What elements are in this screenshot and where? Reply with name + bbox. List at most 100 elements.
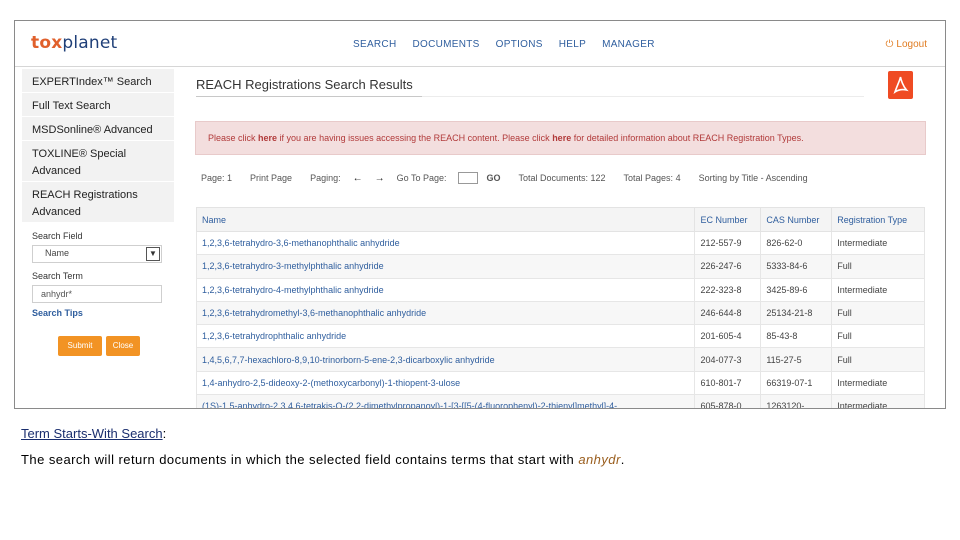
- cell-type: Full: [831, 324, 925, 349]
- search-field-select[interactable]: Name ▼: [32, 245, 162, 263]
- caption-title-text: Term Starts-With Search: [21, 426, 163, 441]
- paging-bar: Page: 1 Print Page Paging: ← → Go To Pag…: [201, 172, 808, 184]
- notice-link-here-1[interactable]: here: [258, 133, 277, 143]
- table-row: 1,2,3,6-tetrahydromethyl-3,6-methanophth…: [195, 300, 925, 326]
- cell-cas: 85-43-8: [760, 324, 833, 349]
- cell-cas: 25134-21-8: [760, 300, 833, 326]
- cell-type: Full: [831, 254, 925, 279]
- logo-part-tox: tox: [31, 33, 63, 53]
- table-row: 1,2,3,6-tetrahydro-4-methylphthalic anhy…: [195, 277, 925, 302]
- notice-link-here-2[interactable]: here: [552, 133, 571, 143]
- notice-text-1: Please click: [208, 133, 259, 143]
- top-bar: toxplanet SEARCH DOCUMENTS OPTIONS HELP …: [15, 21, 945, 67]
- cell-type: Intermediate: [831, 394, 925, 408]
- current-page: Page: 1: [201, 173, 233, 183]
- power-icon: ⏻: [885, 39, 894, 50]
- notice-banner: Please click here if you are having issu…: [195, 121, 926, 155]
- nav-documents[interactable]: DOCUMENTS: [412, 39, 479, 50]
- cell-cas: 826-62-0: [760, 230, 833, 256]
- cell-type: Intermediate: [831, 230, 925, 256]
- table-row: 1,2,3,6-tetrahydro-3-methylphthalic anhy…: [195, 254, 925, 279]
- results-table: Name EC Number CAS Number Registration T…: [195, 207, 925, 408]
- title-underline: [196, 96, 422, 97]
- form-buttons: Submit Close: [58, 336, 174, 356]
- column-header-name[interactable]: Name: [195, 207, 696, 232]
- cell-ec: 212-557-9: [694, 230, 762, 256]
- total-documents: Total Documents: 122: [518, 173, 606, 183]
- cell-cas: 1263120-: [760, 394, 833, 408]
- cell-name[interactable]: 1,4-anhydro-2,5-dideoxy-2-(methoxycarbon…: [195, 370, 696, 396]
- table-row: 1,2,3,6-tetrahydrophthalic anhydride 201…: [195, 324, 925, 349]
- sidebar-item-full-text[interactable]: Full Text Search: [22, 93, 174, 117]
- column-header-ec[interactable]: EC Number: [694, 207, 762, 232]
- cell-ec: 226-247-6: [694, 254, 762, 279]
- cell-cas: 3425-89-6: [760, 277, 833, 302]
- nav-options[interactable]: OPTIONS: [496, 39, 543, 50]
- table-header-row: Name EC Number CAS Number Registration T…: [195, 207, 925, 232]
- table-row: 1,4,5,6,7,7-hexachloro-8,9,10-trinorborn…: [195, 347, 925, 372]
- search-tips-link[interactable]: Search Tips: [32, 308, 174, 318]
- sidebar: EXPERTIndex™ Search Full Text Search MSD…: [22, 69, 174, 408]
- title-divider: [422, 96, 864, 97]
- sidebar-item-expertindex[interactable]: EXPERTIndex™ Search: [22, 69, 174, 93]
- pdf-icon[interactable]: [888, 71, 913, 99]
- cell-ec: 201-605-4: [694, 324, 762, 349]
- cell-cas: 66319-07-1: [760, 370, 833, 396]
- paging-label: Paging:: [310, 173, 341, 183]
- cell-name[interactable]: 1,2,3,6-tetrahydro-4-methylphthalic anhy…: [195, 277, 696, 302]
- search-term-input[interactable]: anhydr*: [32, 285, 162, 303]
- cell-name[interactable]: 1,2,3,6-tetrahydrophthalic anhydride: [195, 324, 696, 349]
- cell-ec: 222-323-8: [694, 277, 762, 302]
- nav-manager[interactable]: MANAGER: [602, 39, 655, 50]
- submit-button[interactable]: Submit: [58, 336, 102, 356]
- caption-title-colon: :: [162, 426, 167, 441]
- caption-title: Term Starts-With Search:: [21, 426, 166, 441]
- cell-name[interactable]: 1,4,5,6,7,7-hexachloro-8,9,10-trinorborn…: [195, 347, 696, 372]
- notice-text-2: if you are having issues accessing the R…: [277, 133, 553, 143]
- cell-ec: 605-878-0: [694, 394, 762, 408]
- goto-page-input[interactable]: [458, 172, 479, 184]
- column-header-cas[interactable]: CAS Number: [760, 207, 833, 232]
- nav-search[interactable]: SEARCH: [353, 39, 396, 50]
- cell-ec: 246-644-8: [694, 300, 762, 326]
- cell-cas: 5333-84-6: [760, 254, 833, 279]
- logo-part-planet: planet: [62, 33, 118, 53]
- cell-type: Full: [831, 300, 925, 326]
- top-nav: SEARCH DOCUMENTS OPTIONS HELP MANAGER: [353, 39, 671, 50]
- logout-link[interactable]: ⏻ Logout: [885, 39, 927, 50]
- table-row: 1,2,3,6-tetrahydro-3,6-methanophthalic a…: [195, 230, 925, 256]
- nav-help[interactable]: HELP: [559, 39, 586, 50]
- cell-name[interactable]: 1,2,3,6-tetrahydro-3-methylphthalic anhy…: [195, 254, 696, 279]
- sorting-link[interactable]: Sorting by Title - Ascending: [699, 173, 808, 183]
- arrow-left-icon[interactable]: ←: [353, 173, 363, 184]
- cell-type: Full: [831, 347, 925, 372]
- cell-type: Intermediate: [831, 370, 925, 396]
- logout-label: Logout: [896, 39, 927, 50]
- sidebar-item-toxline[interactable]: TOXLINE® Special Advanced: [22, 141, 174, 182]
- sidebar-item-msdsonline[interactable]: MSDSonline® Advanced: [22, 117, 174, 141]
- page-title: REACH Registrations Search Results: [196, 77, 413, 92]
- toxplanet-logo[interactable]: toxplanet: [31, 33, 117, 53]
- cell-name[interactable]: (1S)-1,5-anhydro-2,3,4,6-tetrakis-O-(2,2…: [195, 394, 696, 408]
- cell-name[interactable]: 1,2,3,6-tetrahydromethyl-3,6-methanophth…: [195, 300, 696, 326]
- chevron-down-icon[interactable]: ▼: [146, 247, 160, 261]
- screenshot-frame: toxplanet SEARCH DOCUMENTS OPTIONS HELP …: [14, 20, 946, 409]
- caption-period: .: [620, 452, 625, 467]
- cell-ec: 610-801-7: [694, 370, 762, 396]
- go-button[interactable]: GO: [486, 173, 500, 183]
- table-row: 1,4-anhydro-2,5-dideoxy-2-(methoxycarbon…: [195, 370, 925, 396]
- search-field-label: Search Field: [32, 231, 83, 241]
- print-page-link[interactable]: Print Page: [250, 173, 292, 183]
- cell-name[interactable]: 1,2,3,6-tetrahydro-3,6-methanophthalic a…: [195, 230, 696, 256]
- cell-cas: 115-27-5: [760, 347, 833, 372]
- search-field-value: Name: [45, 248, 70, 258]
- close-button[interactable]: Close: [106, 336, 140, 356]
- caption-body-text: The search will return documents in whic…: [21, 452, 579, 467]
- table-row: (1S)-1,5-anhydro-2,3,4,6-tetrakis-O-(2,2…: [195, 394, 925, 408]
- sidebar-item-reach[interactable]: REACH Registrations Advanced: [22, 182, 174, 223]
- column-header-type[interactable]: Registration Type: [831, 207, 925, 232]
- arrow-right-icon[interactable]: →: [375, 173, 385, 184]
- cell-type: Intermediate: [831, 277, 925, 302]
- goto-label: Go To Page:: [396, 173, 447, 183]
- search-term-label: Search Term: [32, 271, 83, 281]
